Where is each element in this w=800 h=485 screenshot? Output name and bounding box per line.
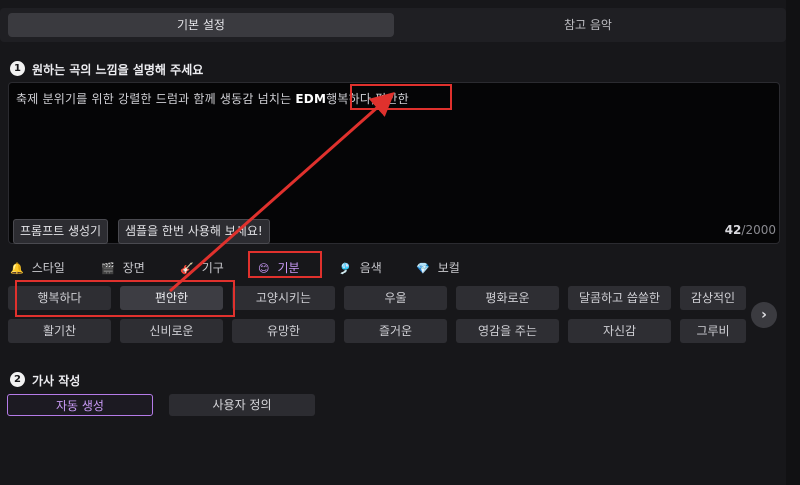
annotation-arrow — [169, 92, 395, 293]
